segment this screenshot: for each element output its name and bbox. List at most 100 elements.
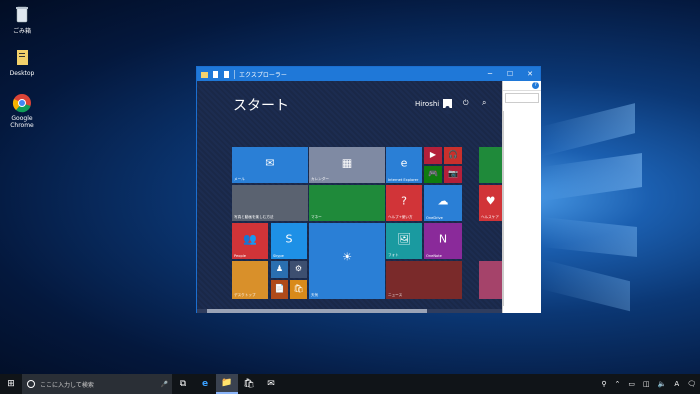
notification-icon[interactable]: 🗨	[687, 380, 696, 388]
battery-icon[interactable]: ▭	[628, 380, 635, 388]
recycle-bin-icon	[12, 4, 32, 24]
taskbar-search-box[interactable]: ここに入力して検索 🎤	[22, 374, 172, 394]
tile-icon: 🎧	[448, 149, 458, 159]
tile-label: Internet Explorer	[388, 178, 419, 182]
start-tile[interactable]: 🖼 フォト	[386, 223, 422, 259]
explorer-window[interactable]: エクスプローラー ─ ☐ ✕ ? スタート Hiroshi ⏻ ⌕ ✉ メール ▦ カ…	[196, 66, 541, 313]
store-button[interactable]: 🛍	[238, 374, 260, 394]
tile-icon: N	[438, 232, 448, 246]
tile-icon: S	[285, 232, 293, 246]
tile-label: フォト	[388, 253, 399, 257]
file-explorer-button[interactable]: 📁	[216, 374, 238, 394]
start-tile[interactable]: S Skype	[271, 223, 307, 259]
new-folder-icon[interactable]	[223, 70, 230, 78]
start-tile[interactable]: e Internet Explorer	[386, 147, 422, 183]
start-tile[interactable]: 🎧	[444, 147, 462, 164]
mail-button[interactable]: ✉	[260, 374, 282, 394]
people-icon[interactable]: ⚲	[601, 380, 606, 388]
volume-icon[interactable]: 🔈	[658, 380, 667, 388]
microphone-icon[interactable]: 🎤	[161, 381, 168, 388]
start-tile[interactable]: ▶	[424, 147, 442, 164]
user-avatar-icon[interactable]	[443, 99, 452, 114]
start-button[interactable]: ⊞	[0, 374, 22, 394]
tile-icon: e	[400, 156, 408, 170]
start-tile[interactable]: 写真と動画を楽しむ方法	[232, 185, 308, 221]
start-tile[interactable]: ☁ OneDrive	[424, 185, 462, 221]
file-icon	[12, 48, 32, 68]
user-name[interactable]: Hiroshi	[415, 100, 439, 108]
tile-label: OneNote	[426, 254, 442, 258]
desktop-icon-label: Desktop	[9, 70, 35, 77]
tile-icon: ▦	[341, 156, 353, 170]
cortana-icon	[27, 380, 35, 388]
tile-icon: ♥	[485, 194, 496, 208]
tile-icon: 📷	[448, 168, 458, 178]
start-tile[interactable]: ☀ 天気	[309, 223, 385, 299]
minimize-button[interactable]: ─	[480, 70, 500, 78]
start-tile[interactable]: 🛍	[290, 280, 307, 299]
taskbar: ⊞ ここに入力して検索 🎤 ⧉ e 📁 🛍 ✉ ⚲ ⌃ ▭ ◫ 🔈 A 🗨	[0, 374, 700, 394]
desktop-icon-desktop[interactable]: Desktop	[0, 48, 44, 77]
explorer-content-pane[interactable]: ?	[502, 81, 541, 313]
tile-icon: ?	[401, 194, 407, 208]
scrollbar-thumb[interactable]	[207, 309, 427, 313]
tile-icon: 🖼	[397, 232, 411, 246]
start-tile[interactable]: ♥ ヘルスケア	[479, 185, 502, 221]
search-icon[interactable]: ⌕	[482, 98, 486, 108]
desktop-icon-recycle-bin[interactable]: ごみ箱	[0, 4, 44, 35]
start-tile[interactable]: ? ヘルプ+使い方	[386, 185, 422, 221]
desktop-icon-chrome[interactable]: Google Chrome	[0, 93, 44, 129]
horizontal-scrollbar[interactable]	[197, 309, 502, 313]
properties-icon[interactable]	[212, 70, 219, 78]
task-view-button[interactable]: ⧉	[172, 374, 194, 394]
ime-indicator[interactable]: A	[674, 380, 679, 388]
tile-label: 写真と動画を楽しむ方法	[234, 215, 274, 219]
tile-label: メール	[234, 177, 245, 181]
tile-icon: ☁	[437, 194, 449, 208]
start-tile[interactable]: 🎮	[424, 166, 442, 183]
tile-icon: 📄	[274, 283, 285, 293]
network-icon[interactable]: ◫	[643, 380, 650, 388]
search-placeholder: ここに入力して検索	[40, 381, 94, 389]
start-tile[interactable]: ⚙	[290, 261, 307, 278]
search-box[interactable]	[505, 93, 539, 103]
start-tile[interactable]: ▦ カレンダー	[309, 147, 385, 183]
tile-label: OneDrive	[426, 216, 443, 220]
tile-icon: ☀	[342, 250, 352, 264]
tile-icon: 🎮	[428, 168, 438, 178]
window-title: エクスプローラー	[239, 71, 287, 79]
tile-icon: ♟	[275, 263, 284, 273]
tile-label: マネー	[311, 215, 322, 219]
tile-label: ヘルプ+使い方	[388, 215, 413, 219]
maximize-button[interactable]: ☐	[500, 70, 520, 78]
tile-label: カレンダー	[311, 177, 329, 181]
start-tile[interactable]: N OneNote	[424, 223, 462, 259]
start-tile[interactable]	[479, 261, 502, 299]
start-tile[interactable]: ✉ メール	[232, 147, 308, 183]
window-titlebar[interactable]: エクスプローラー ─ ☐ ✕	[197, 67, 540, 81]
start-screen: スタート Hiroshi ⏻ ⌕ ✉ メール ▦ カレンダー e Internet Exp…	[197, 81, 502, 313]
tile-label: People	[234, 254, 246, 258]
start-tile[interactable]: 👥 People	[232, 223, 268, 259]
start-tile[interactable]: デスクトップ	[232, 261, 268, 299]
start-tile[interactable]: 📷	[444, 166, 462, 183]
tile-label: ヘルスケア	[481, 215, 499, 219]
tile-label: Skype	[273, 254, 284, 258]
chevron-up-icon[interactable]: ⌃	[614, 380, 620, 388]
start-tile[interactable]: 📄	[271, 280, 288, 299]
start-tile[interactable]: マネー	[309, 185, 385, 221]
tile-icon: ⚙	[294, 263, 303, 273]
tile-icon: 🛍	[293, 283, 304, 293]
tile-label: ニュース	[388, 293, 403, 297]
power-icon[interactable]: ⏻	[463, 99, 469, 108]
start-tile[interactable]	[479, 147, 502, 183]
close-button[interactable]: ✕	[520, 70, 540, 78]
start-title: スタート	[233, 98, 289, 114]
start-tile[interactable]: ♟	[271, 261, 288, 278]
help-icon[interactable]: ?	[532, 82, 539, 89]
start-tile[interactable]: ニュース	[386, 261, 462, 299]
tile-icon: ✉	[265, 156, 275, 170]
desktop-icon-label: Google Chrome	[10, 115, 34, 129]
edge-button[interactable]: e	[194, 374, 216, 394]
tile-icon: 👥	[243, 232, 257, 246]
